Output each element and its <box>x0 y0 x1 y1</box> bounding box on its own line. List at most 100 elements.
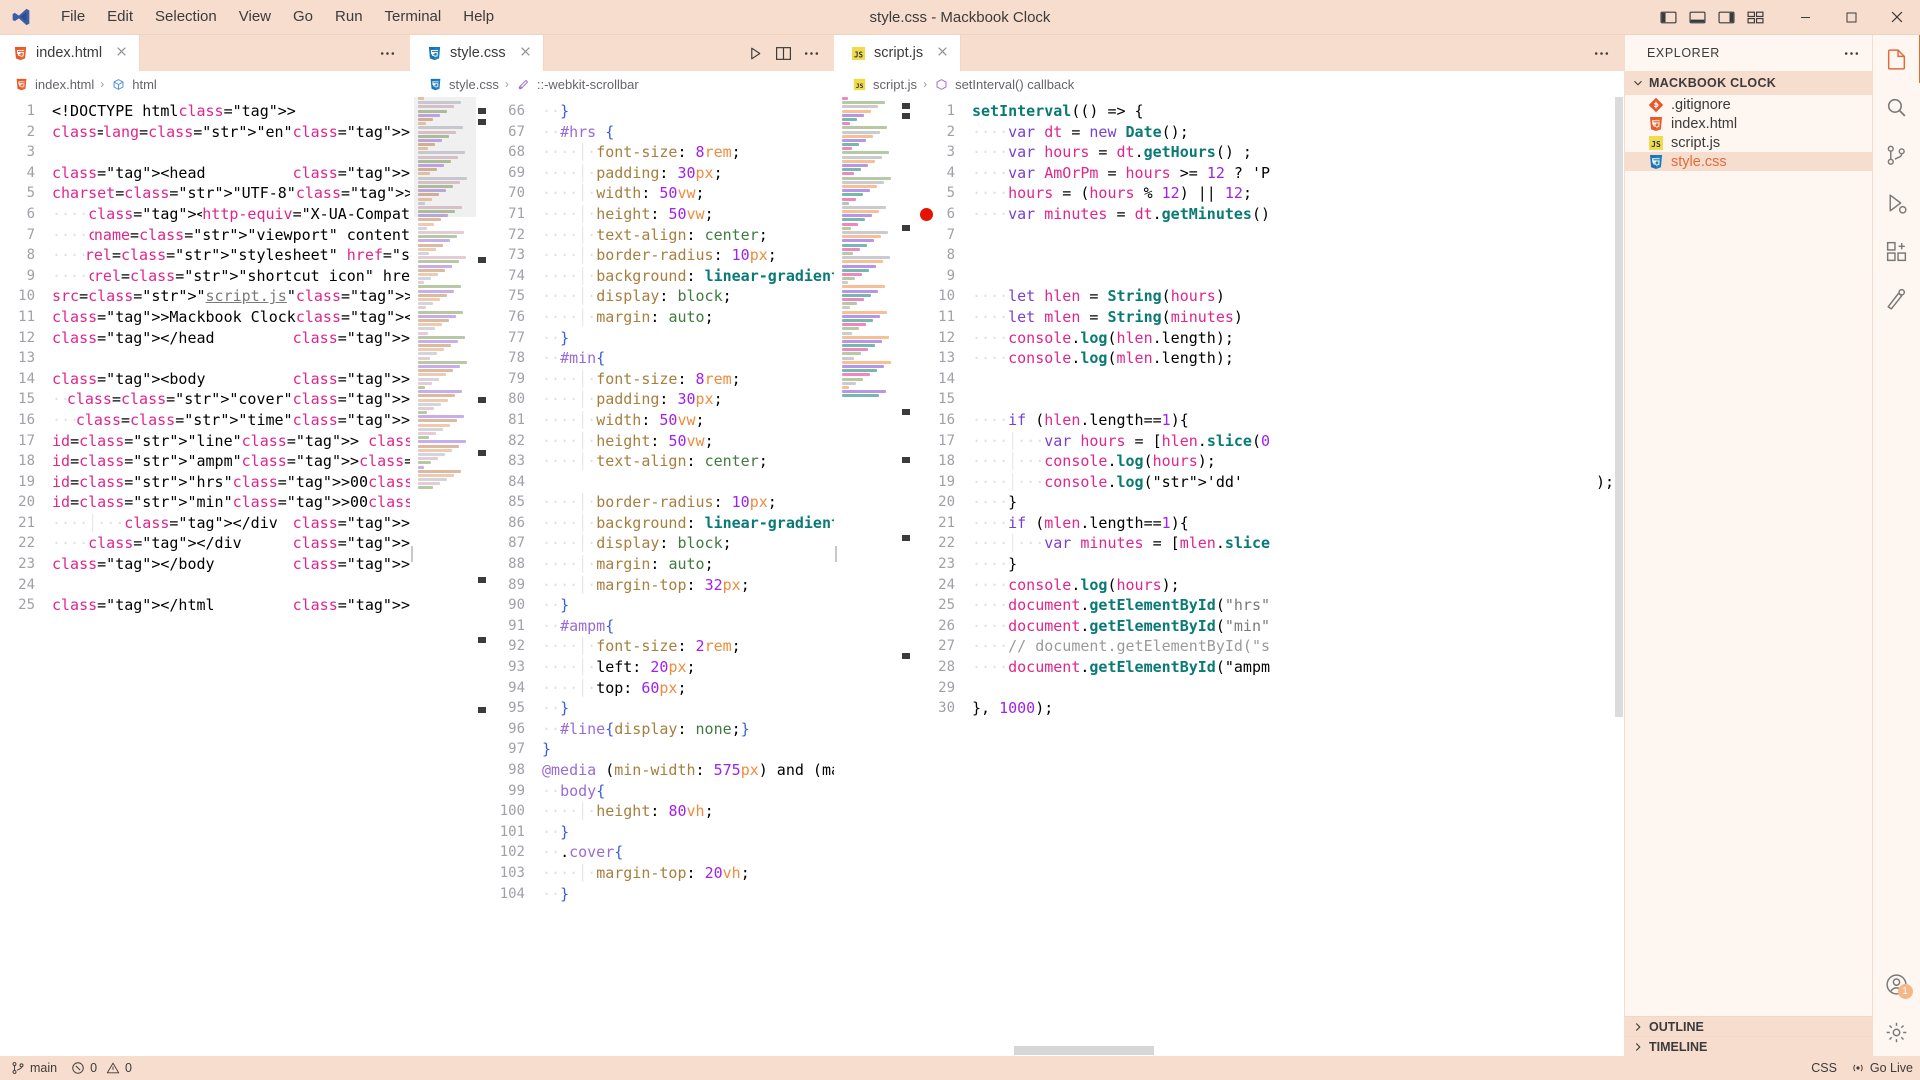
status-branch[interactable]: main <box>4 1056 64 1080</box>
code-line[interactable]: 12 class="tag"></head class ="tag">> <box>0 328 410 349</box>
code-line[interactable]: 13 ····console.log(mlen.length); <box>914 348 1614 369</box>
code-line[interactable]: 16····│···class="tag"><div class=class="… <box>0 410 410 431</box>
code-line[interactable]: 92 ····│·font-size: 2rem; <box>490 636 834 657</box>
code-line[interactable]: 1 setInterval(() => { <box>914 101 1614 122</box>
code-line[interactable]: 12 ····console.log(hlen.length); <box>914 328 1614 349</box>
code-line[interactable]: 5····class="tag"><meta charset=class="st… <box>0 183 410 204</box>
code-line[interactable]: 22 ····│···var minutes = [mlen.slice <box>914 533 1614 554</box>
menu-selection[interactable]: Selection <box>144 4 228 30</box>
code-line[interactable]: 9 <box>914 266 1614 287</box>
tab-index-html[interactable]: index.html <box>0 35 141 71</box>
breadcrumb-file[interactable]: script.js <box>873 77 917 92</box>
tab-style-css[interactable]: style.css <box>414 35 544 71</box>
minimap-script-js[interactable] <box>838 97 900 1056</box>
code-line[interactable]: 93 ····│·left: 20px; <box>490 657 834 678</box>
status-language[interactable]: CSS <box>1804 1056 1844 1080</box>
breadcrumb-symbol[interactable]: setInterval() callback <box>955 77 1074 92</box>
code-line[interactable]: 17····│···│···class="tag"><div id=class=… <box>0 431 410 452</box>
code-line[interactable]: 2 ····var dt = new Date(); <box>914 122 1614 143</box>
code-line[interactable]: 72 ····│·text-align: center; <box>490 225 834 246</box>
explorer-file-index-html[interactable]: index.html <box>1625 114 1872 133</box>
activity-run-and-debug-icon[interactable] <box>1873 179 1920 227</box>
pane-timeline[interactable]: TIMELINE <box>1625 1036 1872 1056</box>
status-go-live[interactable]: Go Live <box>1844 1056 1920 1080</box>
code-line[interactable]: 84 <box>490 472 834 493</box>
code-line[interactable]: 29 <box>914 678 1614 699</box>
status-problems[interactable]: 0 0 <box>64 1056 139 1080</box>
code-line[interactable]: 4 ····var AmOrPm = hours >= 12 ? 'P <box>914 163 1614 184</box>
overview-ruler-script-js[interactable] <box>900 97 914 1056</box>
menu-run[interactable]: Run <box>324 4 374 30</box>
code-line[interactable]: 13 <box>0 348 410 369</box>
maximize-button[interactable] <box>1828 0 1874 35</box>
code-line[interactable]: 10····class="tag"><script src=class="str… <box>0 286 410 307</box>
customize-layout-icon[interactable] <box>1742 4 1768 30</box>
code-line[interactable]: 19 ····│···console.log("str">'dd'); <box>914 472 1614 493</box>
code-line[interactable]: 6····class="tag"><meta http-equiv="X-UA-… <box>0 204 410 225</box>
toggle-secondary-sidebar-icon[interactable] <box>1713 4 1739 30</box>
code-line[interactable]: 100 ····│·height: 80vh; <box>490 801 834 822</box>
code-line[interactable]: 8····class="tag"><link rel=class="str">"… <box>0 245 410 266</box>
activity-testing-icon[interactable] <box>1873 275 1920 323</box>
code-line[interactable]: 24 <box>0 575 410 596</box>
editor-script-js[interactable]: 1 setInterval(() => {2 ····var dt = new Da… <box>838 97 1624 1056</box>
code-index-html[interactable]: 1 <!DOCTYPE htmlclass="tag">> 2 class="tag"… <box>0 97 410 1056</box>
code-line[interactable]: 11 ····let mlen = String(minutes) <box>914 307 1614 328</box>
code-line[interactable]: 73 ····│·border-radius: 10px; <box>490 245 834 266</box>
run-icon[interactable] <box>742 40 768 66</box>
code-line[interactable]: 76 ····│·margin: auto; <box>490 307 834 328</box>
code-line[interactable]: 89 ····│·margin-top: 32px; <box>490 575 834 596</box>
code-line[interactable]: 103 ····│·margin-top: 20vh; <box>490 863 834 884</box>
code-line[interactable]: 90 ··} <box>490 595 834 616</box>
code-line[interactable]: 96 ··#line{display: none;} <box>490 719 834 740</box>
code-line[interactable]: 97} <box>490 739 834 760</box>
overview-ruler-style-css[interactable] <box>476 97 490 1056</box>
code-line[interactable]: 23 class="tag"></body class ="tag">> <box>0 554 410 575</box>
code-line[interactable]: 67 ··#hrs { <box>490 122 834 143</box>
tab-script-js[interactable]: JS script.js <box>838 35 962 71</box>
horizontal-scrollbar-script-js[interactable] <box>914 1045 1614 1056</box>
activity-search-icon[interactable] <box>1873 83 1920 131</box>
code-line[interactable]: 8 <box>914 245 1614 266</box>
explorer-file-script-js[interactable]: JS script.js <box>1625 133 1872 152</box>
code-line[interactable]: 66 ··} <box>490 101 834 122</box>
code-line[interactable]: 74 ····│·background: linear-gradient(3 <box>490 266 834 287</box>
explorer-folder-header[interactable]: MACKBOOK CLOCK <box>1625 71 1872 95</box>
more-actions-icon[interactable] <box>374 40 400 66</box>
activity-source-control-icon[interactable] <box>1873 131 1920 179</box>
code-line[interactable]: 18 ····│···console.log(hours); <box>914 451 1614 472</box>
code-line[interactable]: 17 ····│···var hours = [hlen.slice(0 <box>914 431 1614 452</box>
code-line[interactable]: 25 ····document.getElementById("hrs" <box>914 595 1614 616</box>
explorer-file--gitignore[interactable]: .gitignore <box>1625 95 1872 114</box>
breadcrumb-file[interactable]: index.html <box>35 77 94 92</box>
code-line[interactable]: 28 ····document.getElementById("ampm <box>914 657 1614 678</box>
breadcrumb-symbol[interactable]: html <box>132 77 157 92</box>
more-actions-icon[interactable] <box>798 40 824 66</box>
code-line[interactable]: 95 ··} <box>490 698 834 719</box>
activity-explorer-icon[interactable] <box>1873 35 1920 83</box>
code-line[interactable]: 94 ····│·top: 60px; <box>490 678 834 699</box>
activity-extensions-icon[interactable] <box>1873 227 1920 275</box>
code-line[interactable]: 14 <box>914 369 1614 390</box>
code-line[interactable]: 86 ····│·background: linear-gradient(2 <box>490 513 834 534</box>
code-line[interactable]: 10 ····let hlen = String(hours) <box>914 286 1614 307</box>
code-line[interactable]: 80 ····│·padding: 30px; <box>490 389 834 410</box>
code-line[interactable]: 5 ····hours = (hours % 12) || 12; <box>914 183 1614 204</box>
code-script-js[interactable]: 1 setInterval(() => {2 ····var dt = new Da… <box>914 97 1614 1056</box>
close-button[interactable] <box>1874 0 1920 35</box>
code-line[interactable]: 21 ····if (mlen.length==1){ <box>914 513 1614 534</box>
code-line[interactable]: 15 <box>914 389 1614 410</box>
code-line[interactable]: 91 ··#ampm{ <box>490 616 834 637</box>
code-line[interactable]: 21 ····│···class="tag"></div class ="tag">> <box>0 513 410 534</box>
code-line[interactable]: 83 ····│·text-align: center; <box>490 451 834 472</box>
code-line[interactable]: 71 ····│·height: 50vw; <box>490 204 834 225</box>
code-line[interactable]: 6 ····var minutes = dt.getMinutes() <box>914 204 1614 225</box>
code-line[interactable]: 7····class="tag"><meta name=class="str">… <box>0 225 410 246</box>
code-line[interactable]: 104 ··} <box>490 884 834 905</box>
close-icon[interactable] <box>519 45 532 62</box>
code-line[interactable]: 9····class="tag"><link rel=class="str">"… <box>0 266 410 287</box>
menu-help[interactable]: Help <box>452 4 505 30</box>
code-line[interactable]: 23 ····} <box>914 554 1614 575</box>
vertical-scrollbar-script-js[interactable] <box>1614 97 1624 1056</box>
menu-terminal[interactable]: Terminal <box>374 4 453 30</box>
